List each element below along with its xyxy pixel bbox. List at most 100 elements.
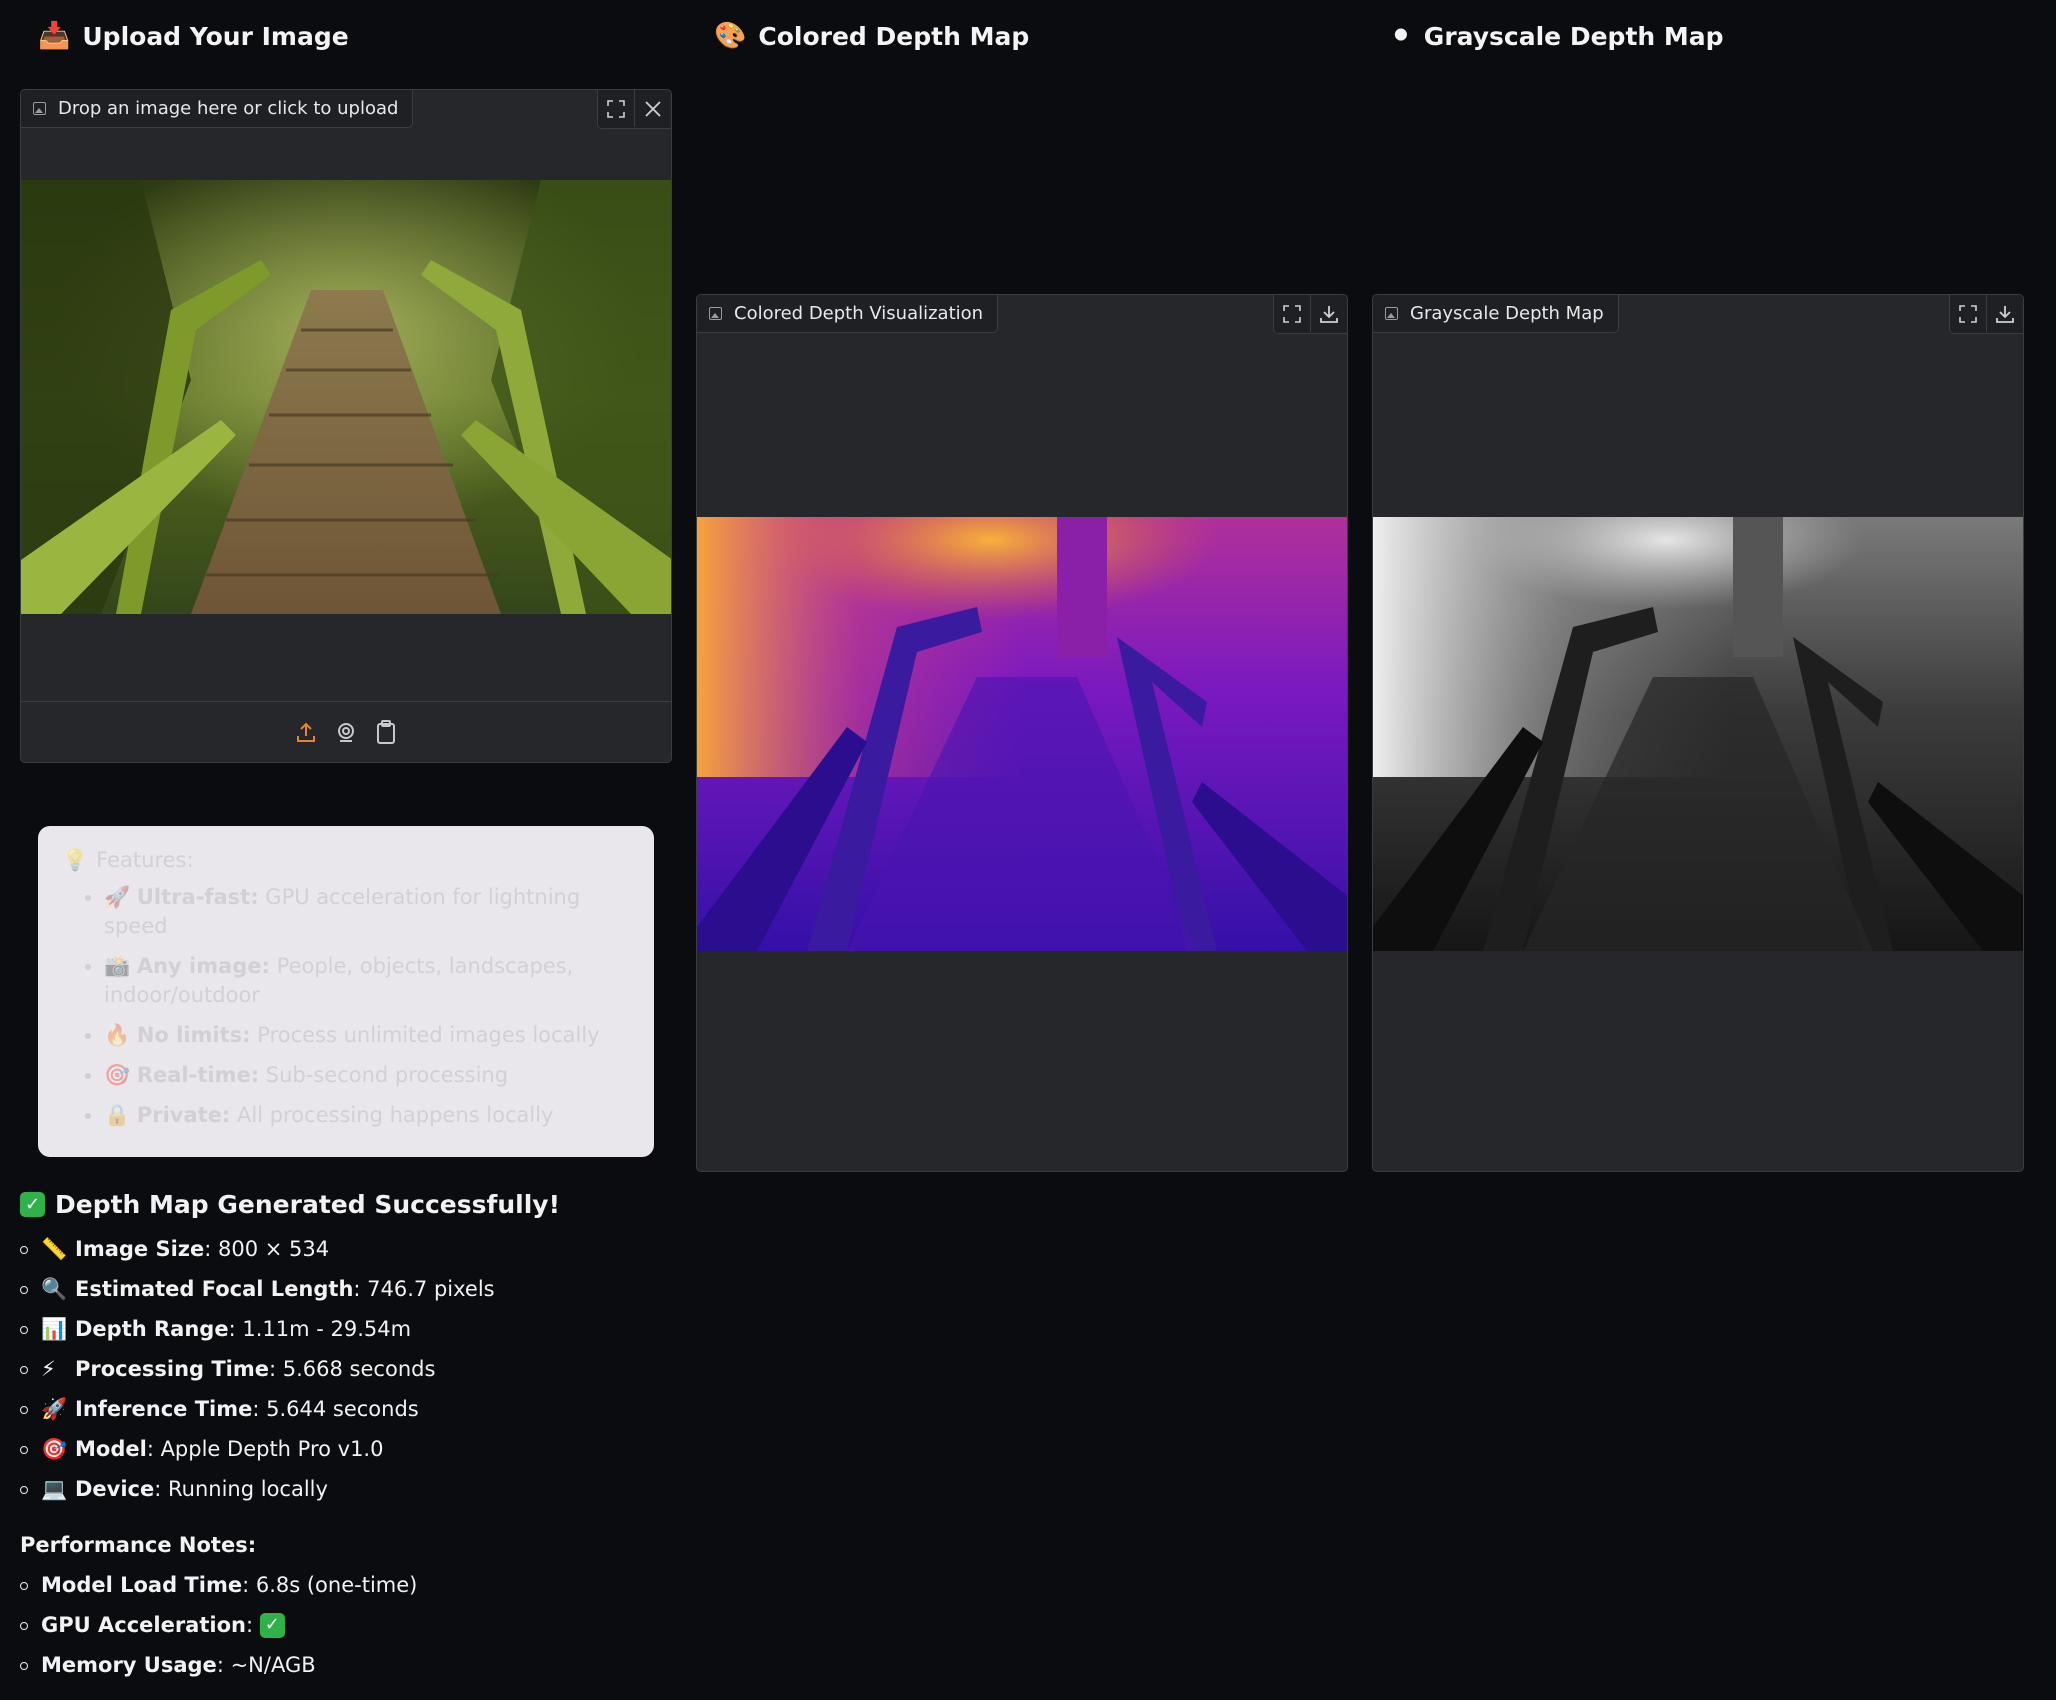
grayscale-panel-label: Grayscale Depth Map bbox=[1373, 295, 1619, 333]
image-icon bbox=[1385, 307, 1398, 320]
feature-item: 🔒 Private: All processing happens locall… bbox=[104, 1101, 630, 1130]
feature-item: 🚀 Ultra-fast: GPU acceleration for light… bbox=[104, 883, 630, 941]
check-mark-icon: ✓ bbox=[20, 1192, 45, 1217]
laptop-icon: 💻 bbox=[41, 1477, 68, 1501]
features-card: 💡 Features: 🚀 Ultra-fast: GPU accelerati… bbox=[38, 826, 654, 1157]
check-mark-icon: ✓ bbox=[259, 1612, 285, 1638]
ruler-icon: 📏 bbox=[41, 1237, 68, 1261]
grayscale-title-text: Grayscale Depth Map bbox=[1423, 21, 1724, 51]
result-key: Depth Range bbox=[75, 1317, 229, 1341]
result-key: Image Size bbox=[75, 1237, 205, 1261]
inbox-tray-icon: 📥 bbox=[38, 21, 71, 51]
image-icon bbox=[33, 102, 46, 115]
feature-key: Private: bbox=[136, 1103, 231, 1127]
result-item: ⚡ Processing Time: 5.668 seconds bbox=[20, 1349, 920, 1389]
colored-label-text: Colored Depth Visualization bbox=[734, 303, 984, 324]
feature-item: 🔥 No limits: Process unlimited images lo… bbox=[104, 1021, 630, 1050]
feature-value: Sub-second processing bbox=[265, 1063, 509, 1087]
grayscale-depth-panel: Grayscale Depth Map bbox=[1372, 294, 2024, 1172]
upload-label-text: Drop an image here or click to upload bbox=[58, 98, 399, 119]
result-value: : Apple Depth Pro v1.0 bbox=[146, 1437, 384, 1461]
perf-key: Model Load Time bbox=[41, 1573, 243, 1597]
feature-key: Any image: bbox=[136, 954, 270, 978]
upload-image-panel[interactable]: Drop an image here or click to upload bbox=[20, 89, 672, 763]
grayscale-depth-image bbox=[1373, 517, 2023, 951]
grayscale-column-title: ⚫ Grayscale Depth Map bbox=[1390, 16, 1724, 56]
upload-title-text: Upload Your Image bbox=[82, 21, 349, 51]
webcam-icon[interactable] bbox=[335, 719, 357, 745]
result-item: 📏 Image Size: 800 × 534 bbox=[20, 1229, 920, 1269]
perf-value: : bbox=[245, 1613, 260, 1637]
perf-key: GPU Acceleration bbox=[41, 1613, 246, 1637]
black-circle-icon: ⚫ bbox=[1390, 21, 1412, 51]
feature-key: Real-time: bbox=[136, 1063, 260, 1087]
perf-value: : ~N/AGB bbox=[216, 1653, 316, 1677]
image-icon bbox=[709, 307, 722, 320]
upload-column-title: 📥 Upload Your Image bbox=[38, 16, 349, 56]
result-value: : 800 × 534 bbox=[204, 1237, 330, 1261]
download-icon[interactable] bbox=[1310, 295, 1347, 332]
result-key: Device bbox=[75, 1477, 155, 1501]
lock-icon: 🔒 bbox=[104, 1103, 137, 1127]
results-list: 📏 Image Size: 800 × 534 🔍 Estimated Focal … bbox=[20, 1229, 920, 1509]
perf-item: Memory Usage: ~N/AGB bbox=[20, 1645, 920, 1685]
fire-icon: 🔥 bbox=[104, 1023, 137, 1047]
upload-icon[interactable] bbox=[295, 719, 317, 745]
clipboard-icon[interactable] bbox=[375, 719, 397, 745]
colored-column-title: 🎨 Colored Depth Map bbox=[714, 16, 1029, 56]
feature-value: All processing happens locally bbox=[237, 1103, 554, 1127]
results-heading-text: Depth Map Generated Successfully! bbox=[55, 1190, 561, 1219]
result-value: : 5.668 seconds bbox=[269, 1357, 436, 1381]
fullscreen-icon[interactable] bbox=[1274, 295, 1310, 332]
lightbulb-icon: 💡 bbox=[62, 848, 89, 872]
upload-panel-label: Drop an image here or click to upload bbox=[21, 90, 414, 128]
result-value: : Running locally bbox=[154, 1477, 328, 1501]
features-list: 🚀 Ultra-fast: GPU acceleration for light… bbox=[62, 883, 630, 1130]
feature-value: Process unlimited images locally bbox=[257, 1023, 600, 1047]
feature-item: 📸 Any image: People, objects, landscapes… bbox=[104, 952, 630, 1010]
bar-chart-icon: 📊 bbox=[41, 1317, 68, 1341]
target-icon: 🎯 bbox=[104, 1063, 137, 1087]
rocket-icon: 🚀 bbox=[41, 1397, 68, 1421]
camera-icon: 📸 bbox=[104, 954, 137, 978]
feature-key: No limits: bbox=[136, 1023, 251, 1047]
target-icon: 🎯 bbox=[41, 1437, 68, 1461]
perf-key: Memory Usage bbox=[41, 1653, 217, 1677]
result-key: Estimated Focal Length bbox=[75, 1277, 354, 1301]
grayscale-label-text: Grayscale Depth Map bbox=[1410, 303, 1604, 324]
result-key: Processing Time bbox=[75, 1357, 270, 1381]
features-title-text: Features: bbox=[96, 848, 194, 872]
result-value: : 5.644 seconds bbox=[252, 1397, 419, 1421]
performance-notes-title: Performance Notes: bbox=[20, 1533, 257, 1557]
result-value: : 746.7 pixels bbox=[353, 1277, 495, 1301]
lightning-icon: ⚡ bbox=[41, 1357, 56, 1381]
uploaded-forest-photo bbox=[21, 180, 671, 614]
download-icon[interactable] bbox=[1986, 295, 2023, 332]
colored-depth-image bbox=[697, 517, 1347, 951]
colored-title-text: Colored Depth Map bbox=[758, 21, 1030, 51]
palette-icon: 🎨 bbox=[714, 21, 747, 51]
perf-item: Model Load Time: 6.8s (one-time) bbox=[20, 1565, 920, 1605]
magnifier-icon: 🔍 bbox=[41, 1277, 68, 1301]
close-icon[interactable] bbox=[634, 90, 671, 127]
fullscreen-icon[interactable] bbox=[598, 90, 634, 127]
result-key: Model bbox=[75, 1437, 147, 1461]
performance-list: Model Load Time: 6.8s (one-time) GPU Acc… bbox=[20, 1565, 920, 1685]
result-item: 💻 Device: Running locally bbox=[20, 1469, 920, 1509]
upload-panel-tools bbox=[597, 90, 671, 129]
result-item: 🔍 Estimated Focal Length: 746.7 pixels bbox=[20, 1269, 920, 1309]
colored-depth-panel: Colored Depth Visualization bbox=[696, 294, 1348, 1172]
features-heading: 💡 Features: bbox=[62, 846, 630, 875]
colored-panel-tools bbox=[1273, 295, 1347, 334]
results-heading: ✓ Depth Map Generated Successfully! bbox=[20, 1190, 920, 1219]
perf-value: : 6.8s (one-time) bbox=[242, 1573, 418, 1597]
result-key: Inference Time bbox=[75, 1397, 253, 1421]
fullscreen-icon[interactable] bbox=[1950, 295, 1986, 332]
rocket-icon: 🚀 bbox=[104, 885, 137, 909]
upload-source-bar bbox=[21, 701, 671, 762]
results-section: ✓ Depth Map Generated Successfully! 📏 Ima… bbox=[20, 1190, 920, 1685]
colored-panel-label: Colored Depth Visualization bbox=[697, 295, 999, 333]
result-item: 🚀 Inference Time: 5.644 seconds bbox=[20, 1389, 920, 1429]
feature-key: Ultra-fast: bbox=[136, 885, 259, 909]
feature-item: 🎯 Real-time: Sub-second processing bbox=[104, 1061, 630, 1090]
